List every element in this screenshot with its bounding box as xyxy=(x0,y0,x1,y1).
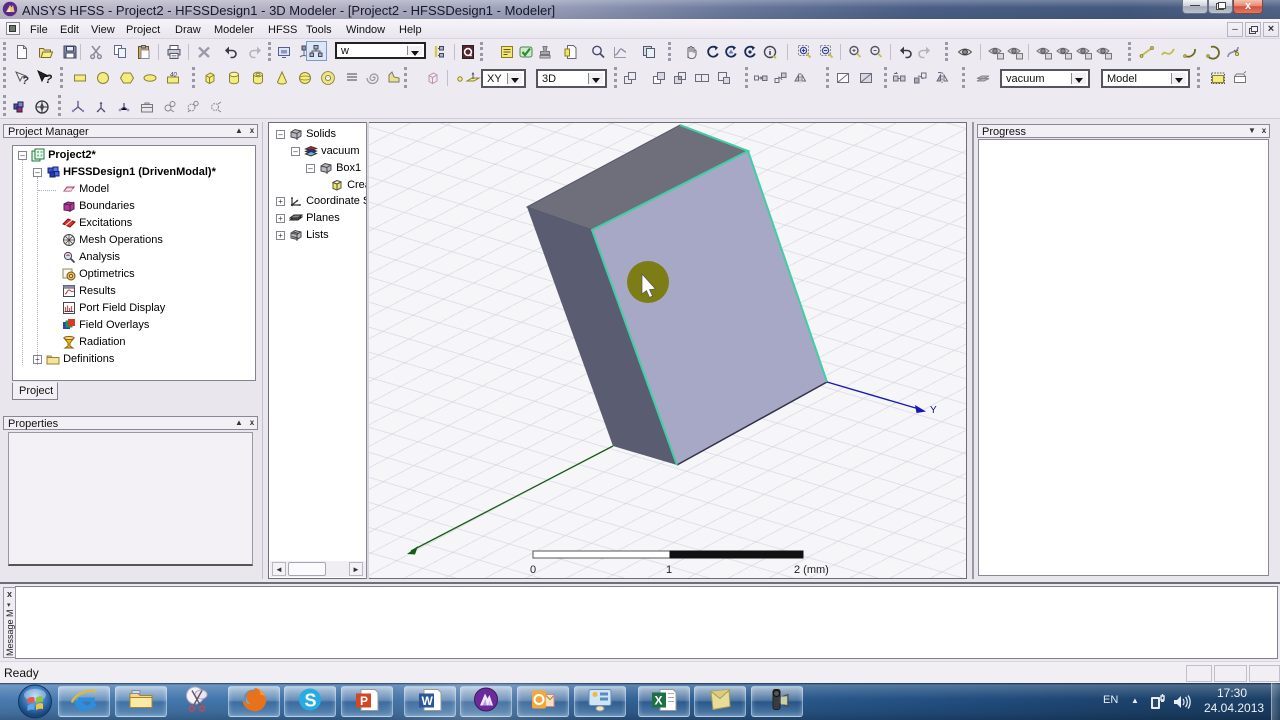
svg-text:0: 0 xyxy=(530,564,536,576)
svg-text:W: W xyxy=(422,694,434,708)
svg-text:?: ? xyxy=(45,72,52,86)
svg-text:S: S xyxy=(305,690,317,710)
svg-text:2 (mm): 2 (mm) xyxy=(794,564,829,576)
svg-text:P: P xyxy=(360,694,368,708)
svg-text:Y: Y xyxy=(930,405,937,416)
svg-text:1: 1 xyxy=(666,564,672,576)
svg-text:X: X xyxy=(655,693,663,707)
svg-text:40: 40 xyxy=(170,73,177,79)
svg-text:?: ? xyxy=(22,75,29,86)
